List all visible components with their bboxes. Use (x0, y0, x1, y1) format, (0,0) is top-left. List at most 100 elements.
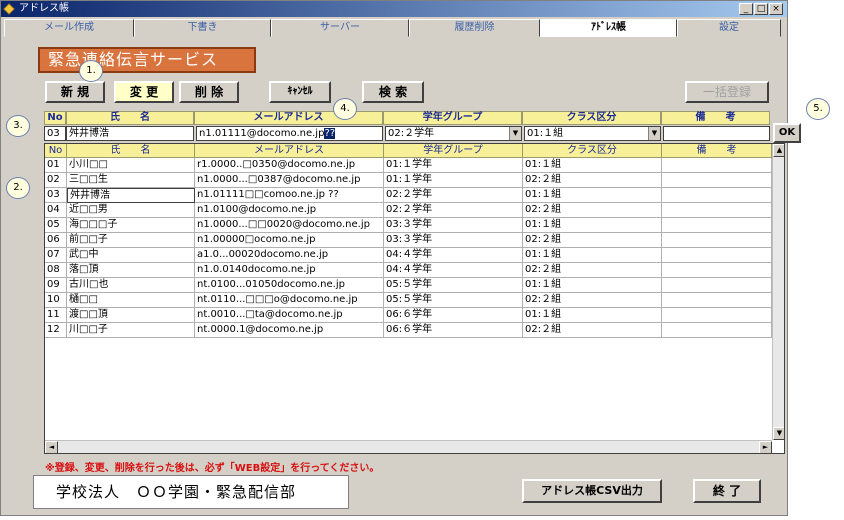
cell-name[interactable]: 三□□生 (67, 173, 195, 188)
cell-email[interactable]: n1.0.0140docomo.ne.jp (195, 263, 384, 278)
cell-name[interactable]: 近□□男 (67, 203, 195, 218)
cell-no[interactable]: 11 (45, 308, 67, 323)
maximize-button[interactable]: □ (754, 3, 768, 15)
cell-no[interactable]: 05 (45, 218, 67, 233)
cell-class[interactable]: 02:２組 (523, 323, 662, 338)
cell-email[interactable]: a1.0...00020docomo.ne.jp (195, 248, 384, 263)
chevron-down-icon[interactable]: ▼ (509, 127, 521, 140)
cell-grade[interactable]: 06:６学年 (384, 308, 523, 323)
tab-compose[interactable]: メール作成 (4, 19, 134, 37)
cell-class[interactable]: 01:１組 (523, 158, 662, 173)
cell-name[interactable]: 舛井博浩 (67, 188, 195, 203)
cell-grade[interactable]: 01:１学年 (384, 158, 523, 173)
cell-grade[interactable]: 04:４学年 (384, 263, 523, 278)
new-button[interactable]: 新 規 (45, 81, 105, 103)
cell-class[interactable]: 02:２組 (523, 203, 662, 218)
tab-address-book[interactable]: ｱﾄﾞﾚｽ帳 (540, 19, 677, 37)
cell-class[interactable]: 02:２組 (523, 263, 662, 278)
vertical-scrollbar[interactable]: ▲ ▼ (772, 144, 784, 440)
delete-button[interactable]: 削 除 (179, 81, 239, 103)
cell-note[interactable] (662, 248, 772, 263)
cell-note[interactable] (662, 278, 772, 293)
cell-name[interactable]: 海□□□子 (67, 218, 195, 233)
horizontal-scrollbar[interactable]: ◄ ► (45, 440, 772, 453)
cell-grade[interactable]: 02:２学年 (384, 203, 523, 218)
change-button[interactable]: 変 更 (114, 81, 174, 103)
edit-no-field[interactable]: 03 (44, 126, 66, 141)
tab-drafts[interactable]: 下書き (134, 19, 271, 37)
cell-no[interactable]: 04 (45, 203, 67, 218)
cell-class[interactable]: 02:２組 (523, 233, 662, 248)
cell-email[interactable]: nt.0100...01050docomo.ne.jp (195, 278, 384, 293)
exit-button[interactable]: 終 了 (693, 479, 761, 503)
cell-note[interactable] (662, 218, 772, 233)
cell-grade[interactable]: 01:１学年 (384, 173, 523, 188)
cell-email[interactable]: r1.0000..□0350@docomo.ne.jp (195, 158, 384, 173)
scroll-right-icon[interactable]: ► (759, 441, 772, 453)
cell-note[interactable] (662, 158, 772, 173)
cell-note[interactable] (662, 233, 772, 248)
cell-class[interactable]: 02:２組 (523, 293, 662, 308)
cell-email[interactable]: n1.01111□□comoo.ne.jp ?? (195, 188, 384, 203)
cell-grade[interactable]: 05:５学年 (384, 293, 523, 308)
cell-no[interactable]: 09 (45, 278, 67, 293)
cell-name[interactable]: 小川□□ (67, 158, 195, 173)
cell-grade[interactable]: 05:５学年 (384, 278, 523, 293)
cell-grade[interactable]: 02:２学年 (384, 188, 523, 203)
cell-email[interactable]: nt.0110...□□□o@docomo.ne.jp (195, 293, 384, 308)
cell-class[interactable]: 01:１組 (523, 218, 662, 233)
cell-no[interactable]: 07 (45, 248, 67, 263)
search-button[interactable]: 検 索 (362, 81, 424, 103)
cancel-button[interactable]: ｷｬﾝｾﾙ (269, 81, 331, 103)
cell-grade[interactable]: 04:４学年 (384, 248, 523, 263)
edit-note-field[interactable] (663, 126, 770, 141)
scroll-up-icon[interactable]: ▲ (773, 144, 784, 157)
cell-no[interactable]: 02 (45, 173, 67, 188)
cell-no[interactable]: 08 (45, 263, 67, 278)
scroll-left-icon[interactable]: ◄ (45, 441, 58, 453)
tab-history-delete[interactable]: 履歴削除 (409, 19, 540, 37)
cell-email[interactable]: n1.00000□ocomo.ne.jp (195, 233, 384, 248)
cell-name[interactable]: 川□□子 (67, 323, 195, 338)
cell-class[interactable]: 02:２組 (523, 173, 662, 188)
cell-email[interactable]: n1.0000...□□0020@docomo.ne.jp (195, 218, 384, 233)
cell-grade[interactable]: 06:６学年 (384, 323, 523, 338)
cell-email[interactable]: n1.0000...□0387@docomo.ne.jp (195, 173, 384, 188)
tab-server[interactable]: サーバー (271, 19, 409, 37)
cell-no[interactable]: 06 (45, 233, 67, 248)
csv-export-button[interactable]: アドレス帳CSV出力 (522, 479, 662, 503)
cell-no[interactable]: 03 (45, 188, 67, 203)
edit-email-field[interactable]: n1.01111@docomo.ne.jp?? (196, 126, 383, 141)
cell-email[interactable]: nt.0010...□ta@docomo.ne.jp (195, 308, 384, 323)
scroll-down-icon[interactable]: ▼ (773, 427, 784, 440)
cell-note[interactable] (662, 263, 772, 278)
tab-settings[interactable]: 設定 (677, 19, 781, 37)
cell-name[interactable]: 前□□子 (67, 233, 195, 248)
cell-no[interactable]: 01 (45, 158, 67, 173)
cell-class[interactable]: 01:１組 (523, 248, 662, 263)
cell-note[interactable] (662, 188, 772, 203)
cell-email[interactable]: nt.0000.1@docomo.ne.jp (195, 323, 384, 338)
cell-note[interactable] (662, 308, 772, 323)
edit-name-field[interactable]: 舛井博浩 (66, 126, 194, 141)
ok-button[interactable]: OK (773, 123, 801, 143)
cell-note[interactable] (662, 293, 772, 308)
cell-no[interactable]: 12 (45, 323, 67, 338)
address-table[interactable]: No 氏 名 メールアドレス 学年グループ クラス区分 備 考 01 小川□□ r1… (44, 143, 785, 454)
cell-note[interactable] (662, 173, 772, 188)
cell-class[interactable]: 01:１組 (523, 308, 662, 323)
class-combo[interactable]: 01:１組 ▼ (524, 126, 661, 141)
cell-note[interactable] (662, 323, 772, 338)
cell-class[interactable]: 01:１組 (523, 278, 662, 293)
cell-no[interactable]: 10 (45, 293, 67, 308)
cell-email[interactable]: n1.0100@docomo.ne.jp (195, 203, 384, 218)
bulk-register-button[interactable]: 一括登録 (685, 81, 769, 103)
chevron-down-icon[interactable]: ▼ (648, 127, 660, 140)
cell-name[interactable]: 渡□□頂 (67, 308, 195, 323)
cell-note[interactable] (662, 203, 772, 218)
grade-combo[interactable]: 02:２学年 ▼ (385, 126, 522, 141)
close-button[interactable]: × (769, 3, 783, 15)
cell-name[interactable]: 古川□也 (67, 278, 195, 293)
cell-grade[interactable]: 03:３学年 (384, 233, 523, 248)
cell-name[interactable]: 武□中 (67, 248, 195, 263)
